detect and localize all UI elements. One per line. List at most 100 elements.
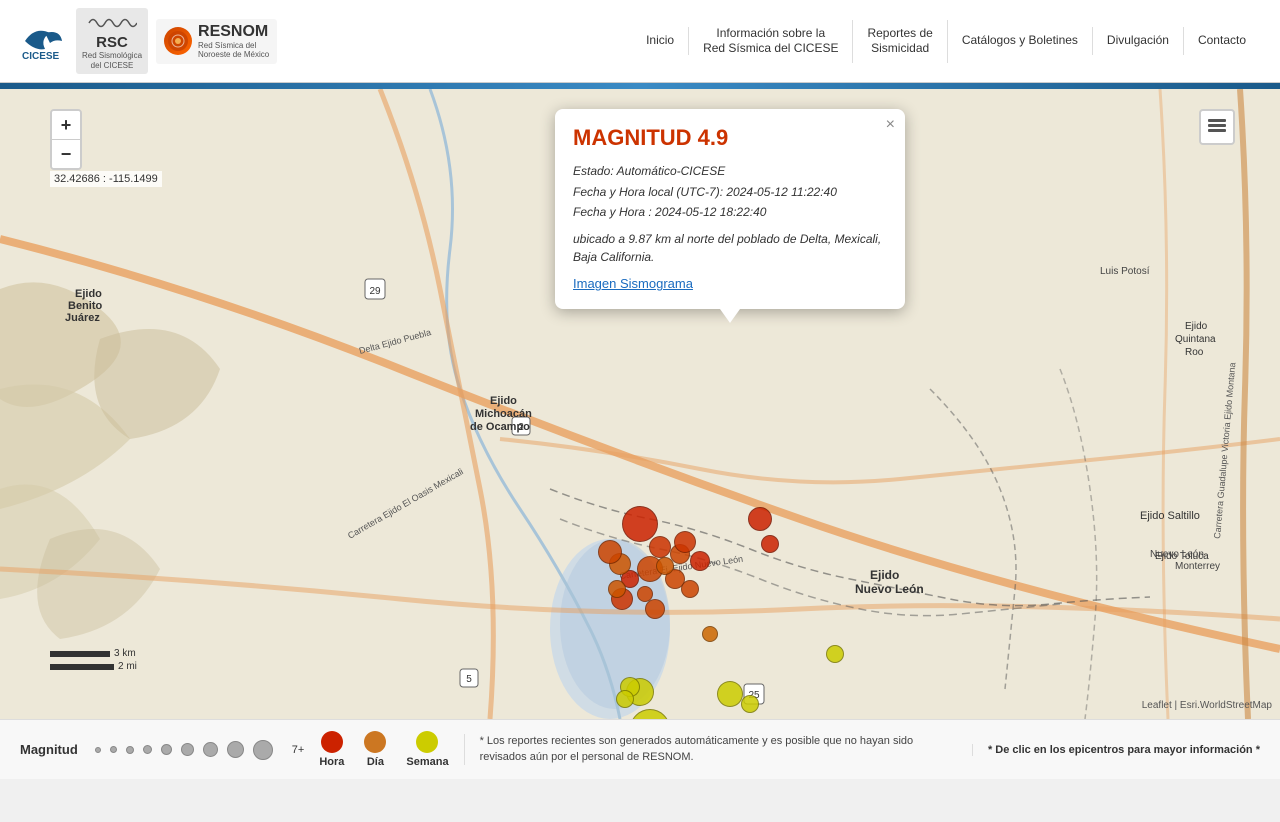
svg-text:5: 5 bbox=[466, 674, 472, 685]
svg-text:Benito: Benito bbox=[68, 300, 103, 312]
time-semana-button[interactable]: Semana bbox=[406, 731, 448, 768]
earthquake-dot[interactable] bbox=[656, 557, 674, 575]
earthquake-dot[interactable] bbox=[702, 626, 718, 642]
time-dia-button[interactable]: Día bbox=[364, 731, 386, 768]
earthquake-dot[interactable] bbox=[681, 580, 699, 598]
earthquake-dot[interactable] bbox=[761, 535, 779, 553]
dia-label: Día bbox=[367, 756, 384, 768]
popup-close-button[interactable]: × bbox=[886, 117, 895, 133]
map-attribution: Leaflet | Esri.WorldStreetMap bbox=[1142, 700, 1272, 711]
svg-text:Nuevo León: Nuevo León bbox=[1150, 549, 1204, 560]
mag-scale-dot bbox=[181, 743, 194, 756]
rsc-subtitle: Red Sismológica del CICESE bbox=[82, 51, 142, 70]
scale-bar-mi bbox=[50, 664, 114, 670]
zoom-out-button[interactable]: − bbox=[52, 140, 80, 168]
earthquake-dot[interactable] bbox=[741, 695, 759, 713]
popup-estado: Estado: Automático-CICESE bbox=[573, 161, 887, 181]
nav-catalogos[interactable]: Catálogos y Boletines bbox=[948, 27, 1093, 55]
popup-fecha-local: Fecha y Hora : 2024-05-12 18:22:40 bbox=[573, 202, 887, 222]
bottom-note: * Los reportes recientes son generados a… bbox=[464, 734, 957, 765]
mag-scale-dot bbox=[126, 746, 134, 754]
svg-text:Ejido: Ejido bbox=[75, 288, 102, 300]
layer-button[interactable] bbox=[1199, 109, 1235, 145]
dia-circle bbox=[364, 731, 386, 753]
earthquake-popup: × MAGNITUD 4.9 Estado: Automático-CICESE… bbox=[555, 109, 905, 309]
mag-scale-dot bbox=[161, 744, 172, 755]
logo-area: CICESE RSC Red Sismológica del CICESE bbox=[20, 8, 277, 74]
mag-scale-dot bbox=[143, 745, 152, 754]
svg-text:Luis Potosí: Luis Potosí bbox=[1100, 266, 1150, 277]
nav-reportes[interactable]: Reportes de Sismicidad bbox=[853, 20, 947, 63]
svg-text:Juárez: Juárez bbox=[65, 312, 100, 324]
magnitude-label: Magnitud bbox=[20, 742, 78, 757]
bottom-bar: Magnitud 7+ Hora Día Semana * Los report… bbox=[0, 719, 1280, 779]
hora-circle bbox=[321, 731, 343, 753]
popup-location: ubicado a 9.87 km al norte del poblado d… bbox=[573, 230, 887, 266]
resnom-icon bbox=[164, 27, 192, 55]
svg-text:Quintana: Quintana bbox=[1175, 334, 1216, 345]
earthquake-dot[interactable] bbox=[717, 681, 743, 707]
map-scale: 3 km 2 mi bbox=[50, 648, 137, 674]
zoom-in-button[interactable]: + bbox=[52, 111, 80, 139]
popup-info: Estado: Automático-CICESE Fecha y Hora l… bbox=[573, 161, 887, 222]
earthquake-dot[interactable] bbox=[649, 536, 671, 558]
earthquake-dot[interactable] bbox=[645, 599, 665, 619]
time-filter-buttons: Hora Día Semana bbox=[319, 731, 448, 768]
earthquake-dot[interactable] bbox=[608, 580, 626, 598]
earthquake-dot[interactable] bbox=[674, 531, 696, 553]
time-hora-button[interactable]: Hora bbox=[319, 731, 344, 768]
cicese-bird-icon: CICESE bbox=[20, 21, 68, 61]
zoom-controls: + − bbox=[50, 109, 82, 170]
semana-label: Semana bbox=[406, 756, 448, 768]
popup-magnitude-title: MAGNITUD 4.9 bbox=[573, 125, 887, 151]
rsc-title: RSC bbox=[96, 34, 128, 51]
svg-text:de Ocampo: de Ocampo bbox=[470, 421, 530, 433]
svg-text:29: 29 bbox=[369, 286, 381, 297]
earthquake-dot[interactable] bbox=[748, 507, 772, 531]
scale-mi-label: 2 mi bbox=[118, 661, 137, 672]
cicese-logo: CICESE bbox=[20, 21, 68, 61]
bottom-note2: * De clic en los epicentros para mayor i… bbox=[972, 744, 1260, 756]
nav-red-sismica[interactable]: Información sobre la Red Sísmica del CIC… bbox=[689, 20, 853, 63]
svg-text:CICESE: CICESE bbox=[22, 51, 60, 61]
earthquake-dot[interactable] bbox=[616, 690, 634, 708]
magnitude-scale-dots bbox=[93, 740, 275, 760]
resnom-text: RESNOM Red Sísmica del Noroeste de Méxic… bbox=[198, 23, 269, 60]
magnitude-max-label: 7+ bbox=[292, 744, 305, 756]
mag-scale-dot bbox=[110, 746, 117, 753]
svg-text:Ejido: Ejido bbox=[490, 395, 517, 407]
popup-sismograma-link[interactable]: Imagen Sismograma bbox=[573, 276, 693, 291]
semana-circle bbox=[416, 731, 438, 753]
svg-text:Monterrey: Monterrey bbox=[1175, 561, 1220, 572]
earthquake-dot[interactable] bbox=[622, 506, 658, 542]
nav-divulgacion[interactable]: Divulgación bbox=[1093, 27, 1184, 55]
popup-tail bbox=[720, 309, 740, 323]
coordinates-display: 32.42686 : -115.1499 bbox=[50, 171, 162, 187]
svg-text:Nuevo León: Nuevo León bbox=[855, 582, 924, 596]
rsc-logo: RSC Red Sismológica del CICESE bbox=[76, 8, 148, 74]
nav-contacto[interactable]: Contacto bbox=[1184, 27, 1260, 55]
main-nav: Inicio Información sobre la Red Sísmica … bbox=[632, 20, 1260, 63]
earthquake-dot[interactable] bbox=[826, 645, 844, 663]
nav-inicio[interactable]: Inicio bbox=[632, 27, 689, 55]
earthquake-dot[interactable] bbox=[598, 540, 622, 564]
svg-text:Roo: Roo bbox=[1185, 347, 1204, 358]
rsc-wave-icon bbox=[87, 12, 137, 34]
header: CICESE RSC Red Sismológica del CICESE bbox=[0, 0, 1280, 83]
layers-icon bbox=[1207, 117, 1227, 137]
earthquake-dot[interactable] bbox=[690, 551, 710, 571]
resnom-logo: RESNOM Red Sísmica del Noroeste de Méxic… bbox=[156, 19, 277, 64]
svg-text:Ejido: Ejido bbox=[1185, 321, 1208, 332]
mag-scale-dot bbox=[95, 747, 101, 753]
mag-scale-dot bbox=[227, 741, 244, 758]
map-container[interactable]: 29 2 5 25 Ejido Benito Juárez Ejido Mich… bbox=[0, 89, 1280, 719]
popup-fecha-utc: Fecha y Hora local (UTC-7): 2024-05-12 1… bbox=[573, 182, 887, 202]
mag-scale-dot bbox=[253, 740, 273, 760]
svg-text:Ejido Saltillo: Ejido Saltillo bbox=[1140, 510, 1200, 522]
scale-km-label: 3 km bbox=[114, 648, 136, 659]
scale-bar-km bbox=[50, 651, 110, 657]
svg-text:Ejido: Ejido bbox=[870, 568, 899, 582]
mag-scale-dot bbox=[203, 742, 218, 757]
svg-text:Michoacán: Michoacán bbox=[475, 408, 532, 420]
hora-label: Hora bbox=[319, 756, 344, 768]
